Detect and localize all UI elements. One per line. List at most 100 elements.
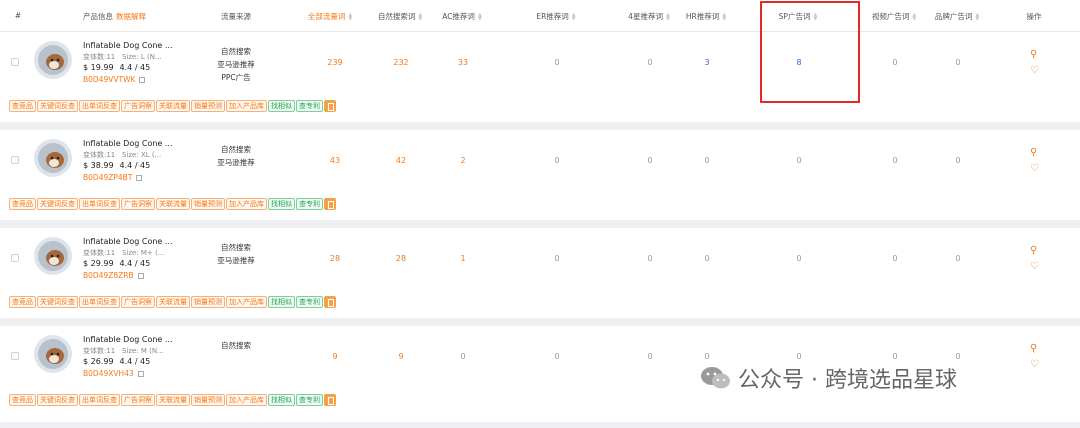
tag-order-word-reverse[interactable]: 出单词反查 <box>79 100 120 112</box>
search-icon[interactable]: ⚲ <box>1030 343 1037 354</box>
tag-ad-insight[interactable]: 广告洞察 <box>121 296 155 308</box>
header-er-words[interactable]: ER推荐词 ▲ ▼ <box>536 11 575 22</box>
row-checkbox[interactable] <box>11 156 19 164</box>
sort-icon[interactable]: ▲ ▼ <box>572 13 576 22</box>
sort-icon[interactable]: ▲ ▼ <box>348 13 352 22</box>
asin-text[interactable]: B0D49Z8ZRB <box>83 271 134 280</box>
tag-order-word-reverse[interactable]: 出单词反查 <box>79 198 120 210</box>
hr-words-count[interactable]: 3 <box>704 58 709 67</box>
data-explain-link[interactable]: 数据解释 <box>116 12 146 21</box>
row-checkbox[interactable] <box>11 58 19 66</box>
calculator-icon[interactable] <box>324 198 336 210</box>
tag-ad-insight[interactable]: 广告洞察 <box>121 100 155 112</box>
tag-keyword-reverse[interactable]: 关键词反查 <box>37 394 78 406</box>
product-thumbnail[interactable] <box>33 40 73 80</box>
tag-order-word-reverse[interactable]: 出单词反查 <box>79 296 120 308</box>
external-link-icon[interactable] <box>137 371 144 377</box>
tag-sales-forecast[interactable]: 销量预测 <box>191 198 225 210</box>
tag-sales-forecast[interactable]: 销量预测 <box>191 100 225 112</box>
external-link-icon[interactable] <box>139 77 146 83</box>
sort-icon[interactable]: ▲ ▼ <box>975 13 979 22</box>
tag-check-competitors[interactable]: 查竞品 <box>9 198 36 210</box>
tag-ad-insight[interactable]: 广告洞察 <box>121 198 155 210</box>
sort-icon[interactable]: ▲ ▼ <box>418 13 422 22</box>
heart-icon[interactable]: ♡ <box>1030 359 1039 370</box>
header-ac-words[interactable]: AC推荐词 ▲ ▼ <box>442 11 482 22</box>
tag-ad-insight[interactable]: 广告洞察 <box>121 394 155 406</box>
all-keywords-count[interactable]: 239 <box>327 58 342 67</box>
sort-icon[interactable]: ▲ ▼ <box>478 13 482 22</box>
search-icon[interactable]: ⚲ <box>1030 147 1037 158</box>
calculator-icon[interactable] <box>324 100 336 112</box>
tag-check-competitors[interactable]: 查竞品 <box>9 394 36 406</box>
tag-related-traffic[interactable]: 关联流量 <box>156 198 190 210</box>
calculator-icon[interactable] <box>324 394 336 406</box>
product-thumbnail[interactable] <box>33 334 73 374</box>
heart-icon[interactable]: ♡ <box>1030 65 1039 76</box>
asin-link[interactable]: B0D49ZP4BT <box>83 173 143 182</box>
tag-check-patent[interactable]: 查专利 <box>296 100 323 112</box>
asin-link[interactable]: B0D49VVTWK <box>83 75 146 84</box>
natural-search-count[interactable]: 232 <box>393 58 408 67</box>
header-brand-ad-words[interactable]: 品牌广告词 ▲ ▼ <box>935 11 979 22</box>
tag-add-to-library[interactable]: 加入产品库 <box>226 296 267 308</box>
tag-check-patent[interactable]: 查专利 <box>296 296 323 308</box>
asin-text[interactable]: B0D49XVH43 <box>83 369 134 378</box>
heart-icon[interactable]: ♡ <box>1030 261 1039 272</box>
heart-icon[interactable]: ♡ <box>1030 163 1039 174</box>
asin-link[interactable]: B0D49XVH43 <box>83 369 144 378</box>
product-thumbnail[interactable] <box>33 236 73 276</box>
header-4star-words[interactable]: 4星推荐词 ▲ ▼ <box>628 11 670 22</box>
tag-add-to-library[interactable]: 加入产品库 <box>226 198 267 210</box>
header-hr-words[interactable]: HR推荐词 ▲ ▼ <box>686 11 726 22</box>
natural-search-count[interactable]: 9 <box>398 352 403 361</box>
external-link-icon[interactable] <box>136 175 143 181</box>
tag-related-traffic[interactable]: 关联流量 <box>156 296 190 308</box>
tag-check-patent[interactable]: 查专利 <box>296 198 323 210</box>
tag-add-to-library[interactable]: 加入产品库 <box>226 394 267 406</box>
row-checkbox[interactable] <box>11 254 19 262</box>
ac-words-count[interactable]: 2 <box>460 156 465 165</box>
tag-add-to-library[interactable]: 加入产品库 <box>226 100 267 112</box>
all-keywords-count[interactable]: 43 <box>330 156 340 165</box>
search-icon[interactable]: ⚲ <box>1030 49 1037 60</box>
asin-link[interactable]: B0D49Z8ZRB <box>83 271 144 280</box>
all-keywords-count[interactable]: 9 <box>332 352 337 361</box>
tag-related-traffic[interactable]: 关联流量 <box>156 100 190 112</box>
tag-sales-forecast[interactable]: 销量预测 <box>191 394 225 406</box>
tag-order-word-reverse[interactable]: 出单词反查 <box>79 394 120 406</box>
asin-text[interactable]: B0D49VVTWK <box>83 75 135 84</box>
product-title[interactable]: Inflatable Dog Cone ... <box>83 335 173 344</box>
sort-icon[interactable]: ▲ ▼ <box>666 13 670 22</box>
natural-search-count[interactable]: 42 <box>396 156 406 165</box>
natural-search-count[interactable]: 28 <box>396 254 406 263</box>
calculator-icon[interactable] <box>324 296 336 308</box>
tag-find-similar[interactable]: 找相似 <box>268 198 295 210</box>
header-video-ad-words[interactable]: 视频广告词 ▲ ▼ <box>872 11 916 22</box>
tag-check-patent[interactable]: 查专利 <box>296 394 323 406</box>
tag-keyword-reverse[interactable]: 关键词反查 <box>37 198 78 210</box>
tag-check-competitors[interactable]: 查竞品 <box>9 100 36 112</box>
header-all-keywords[interactable]: 全部流量词 ▲ ▼ <box>308 11 352 22</box>
tag-find-similar[interactable]: 找相似 <box>268 296 295 308</box>
row-checkbox[interactable] <box>11 352 19 360</box>
external-link-icon[interactable] <box>137 273 144 279</box>
product-title[interactable]: Inflatable Dog Cone ... <box>83 237 173 246</box>
tag-check-competitors[interactable]: 查竞品 <box>9 296 36 308</box>
tag-related-traffic[interactable]: 关联流量 <box>156 394 190 406</box>
asin-text[interactable]: B0D49ZP4BT <box>83 173 132 182</box>
search-icon[interactable]: ⚲ <box>1030 245 1037 256</box>
sort-icon[interactable]: ▲ ▼ <box>912 13 916 22</box>
tag-keyword-reverse[interactable]: 关键词反查 <box>37 100 78 112</box>
header-natural-search[interactable]: 自然搜索词 ▲ ▼ <box>378 11 422 22</box>
product-title[interactable]: Inflatable Dog Cone ... <box>83 139 173 148</box>
tag-find-similar[interactable]: 找相似 <box>268 394 295 406</box>
product-title[interactable]: Inflatable Dog Cone ... <box>83 41 173 50</box>
product-thumbnail[interactable] <box>33 138 73 178</box>
sort-icon[interactable]: ▲ ▼ <box>722 13 726 22</box>
ac-words-count[interactable]: 1 <box>460 254 465 263</box>
tag-keyword-reverse[interactable]: 关键词反查 <box>37 296 78 308</box>
all-keywords-count[interactable]: 28 <box>330 254 340 263</box>
tag-find-similar[interactable]: 找相似 <box>268 100 295 112</box>
tag-sales-forecast[interactable]: 销量预测 <box>191 296 225 308</box>
